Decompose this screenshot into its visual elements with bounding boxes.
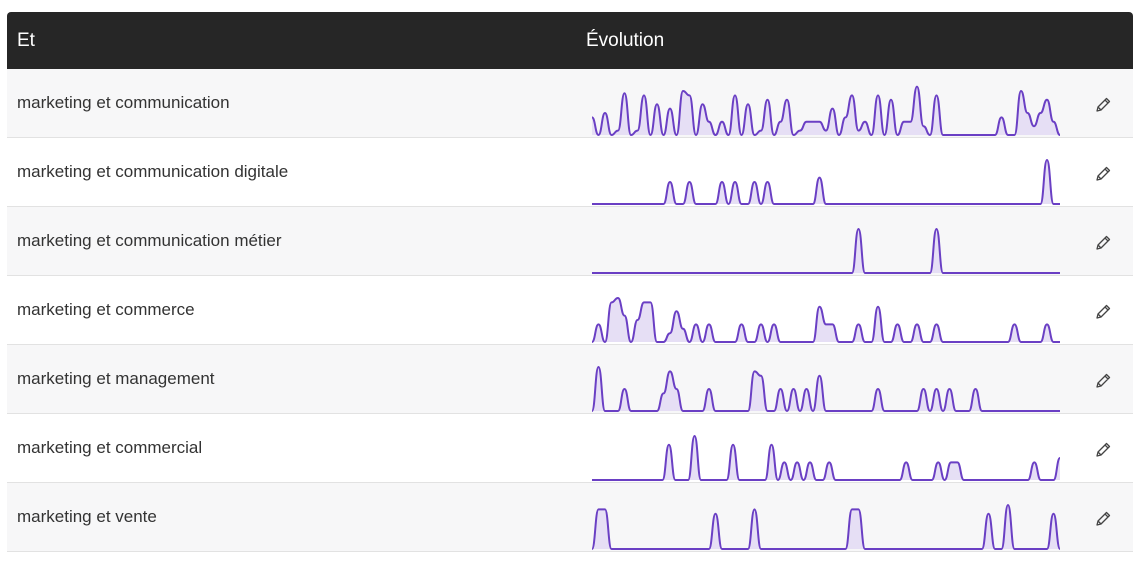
sparkline-chart: [592, 85, 1060, 137]
column-header-evolution[interactable]: Évolution: [586, 30, 664, 52]
sparkline-line: [592, 85, 1060, 137]
sparkline-chart: [592, 503, 1060, 550]
sparkline-area: [592, 298, 1060, 342]
row-label: marketing et commerce: [17, 300, 195, 319]
table-row: marketing et communication métier: [7, 207, 1133, 276]
table-row: marketing et communication: [7, 69, 1133, 138]
sparkline-chart: [592, 158, 1060, 206]
row-label: marketing et communication métier: [17, 231, 282, 250]
row-label: marketing et communication digitale: [17, 162, 289, 181]
row-label: marketing et communication: [17, 93, 230, 112]
row-label: marketing et commercial: [17, 438, 203, 457]
sparkline-area: [592, 505, 1060, 549]
sparkline-chart: [592, 227, 1060, 274]
table-row: marketing et communication digitale: [7, 138, 1133, 207]
table-row: marketing et vente: [7, 483, 1133, 552]
sparkline-line: [592, 434, 1060, 482]
pencil-icon[interactable]: [1093, 509, 1113, 529]
sparkline-line: [592, 227, 1060, 274]
sparkline-chart: [592, 365, 1060, 413]
sparkline-chart: [592, 296, 1060, 344]
pencil-icon[interactable]: [1093, 440, 1113, 460]
sparkline-chart: [592, 434, 1060, 482]
sparkline-line: [592, 158, 1060, 206]
results-table: Et Évolution marketing et communication m…: [7, 12, 1133, 552]
pencil-icon[interactable]: [1093, 302, 1113, 322]
pencil-icon[interactable]: [1093, 164, 1113, 184]
row-label: marketing et management: [17, 369, 215, 388]
sparkline-area: [592, 367, 1060, 411]
table-row: marketing et commerce: [7, 276, 1133, 345]
table-header: Et Évolution: [7, 12, 1133, 69]
sparkline-area: [592, 160, 1060, 204]
sparkline-area: [592, 229, 1060, 273]
pencil-icon[interactable]: [1093, 233, 1113, 253]
table-row: marketing et management: [7, 345, 1133, 414]
table-row: marketing et commercial: [7, 414, 1133, 483]
column-header-term[interactable]: Et: [17, 30, 35, 52]
pencil-icon[interactable]: [1093, 371, 1113, 391]
table-body: marketing et communication marketing et c…: [7, 69, 1133, 552]
row-label: marketing et vente: [17, 507, 157, 526]
pencil-icon[interactable]: [1093, 95, 1113, 115]
